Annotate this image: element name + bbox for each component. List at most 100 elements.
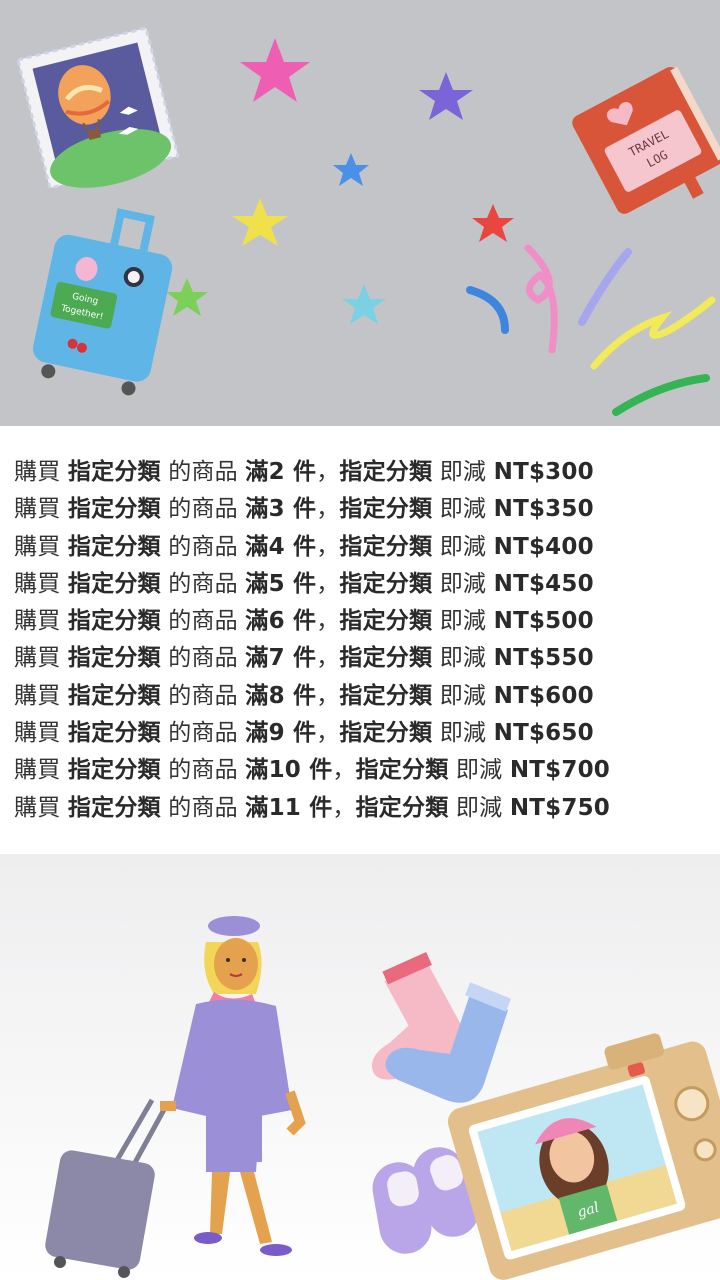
promo-comma: ， xyxy=(316,533,340,560)
promo-comma: ， xyxy=(316,720,340,747)
promo-text: 即減 xyxy=(439,496,487,523)
promo-text: 的商品 xyxy=(168,459,238,485)
promo-text: 購買 xyxy=(14,794,61,821)
promo-text: 即減 xyxy=(439,570,487,597)
socks-icon xyxy=(371,952,512,1103)
promo-category: 指定分類 xyxy=(67,720,161,747)
promo-text: 的商品 xyxy=(168,608,238,635)
promo-text: 即減 xyxy=(439,720,487,747)
promo-text: 購買 xyxy=(14,682,61,709)
promo-discount: NT$500 xyxy=(493,608,594,635)
promo-discount: NT$300 xyxy=(493,459,594,485)
promo-comma: ， xyxy=(316,459,340,485)
star-icons xyxy=(166,38,514,324)
promo-category: 指定分類 xyxy=(67,794,161,821)
promo-category: 指定分類 xyxy=(355,757,449,784)
promo-line-8: 購買 指定分類 的商品 滿9 件，指定分類 即減 NT$650 xyxy=(14,715,610,752)
promo-category: 指定分類 xyxy=(339,645,433,672)
promo-text: 的商品 xyxy=(168,496,238,523)
promo-text: 的商品 xyxy=(168,757,238,784)
promo-text: 購買 xyxy=(14,459,61,485)
promo-category: 指定分類 xyxy=(67,459,161,485)
promo-category: 指定分類 xyxy=(339,608,433,635)
promo-discount: NT$400 xyxy=(493,533,594,560)
promo-quantity: 滿2 件 xyxy=(245,459,317,485)
top-banner: TRAVEL LOG Going Together! xyxy=(0,0,720,426)
promo-text: 即減 xyxy=(439,645,487,672)
promo-discount: NT$450 xyxy=(493,570,594,597)
promo-text: 即減 xyxy=(439,459,487,485)
promo-line-1: 購買 指定分類 的商品 滿2 件，指定分類 即減 NT$300 xyxy=(14,454,610,491)
confetti-icon xyxy=(466,244,716,416)
promo-comma: ， xyxy=(332,757,356,784)
grey-suitcase-icon xyxy=(45,1098,169,1278)
promo-comma: ， xyxy=(316,570,340,597)
promo-line-2: 購買 指定分類 的商品 滿3 件，指定分類 即減 NT$350 xyxy=(14,491,610,528)
promo-comma: ， xyxy=(316,496,340,523)
promo-category: 指定分類 xyxy=(339,459,433,485)
promo-line-9: 購買 指定分類 的商品 滿10 件，指定分類 即減 NT$700 xyxy=(14,752,610,789)
promo-line-7: 購買 指定分類 的商品 滿8 件，指定分類 即減 NT$600 xyxy=(14,678,610,715)
promo-rules-list: 購買 指定分類 的商品 滿2 件，指定分類 即減 NT$300 購買 指定分類 … xyxy=(14,454,610,827)
promo-text: 即減 xyxy=(439,682,487,709)
promo-text: 購買 xyxy=(14,757,61,784)
bottom-banner: gal xyxy=(0,854,720,1280)
promo-text: 的商品 xyxy=(168,533,238,560)
promo-text: 的商品 xyxy=(168,682,238,709)
promo-line-10: 購買 指定分類 的商品 滿11 件，指定分類 即減 NT$750 xyxy=(14,790,610,827)
promo-text: 購買 xyxy=(14,608,61,635)
travel-illustration: TRAVEL LOG Going Together! xyxy=(16,26,720,416)
promo-text: 購買 xyxy=(14,570,61,597)
promo-discount: NT$750 xyxy=(509,794,610,821)
promo-quantity: 滿8 件 xyxy=(245,682,317,709)
promo-category: 指定分類 xyxy=(355,794,449,821)
promo-text: 即減 xyxy=(455,757,503,784)
promo-quantity: 滿7 件 xyxy=(245,645,317,672)
promo-category: 指定分類 xyxy=(67,608,161,635)
promo-category: 指定分類 xyxy=(67,682,161,709)
promo-comma: ， xyxy=(316,608,340,635)
promo-category: 指定分類 xyxy=(339,496,433,523)
promo-text: 的商品 xyxy=(168,720,238,747)
promo-category: 指定分類 xyxy=(339,682,433,709)
flight-attendant-figure xyxy=(160,916,306,1256)
promo-category: 指定分類 xyxy=(339,570,433,597)
promo-text: 即減 xyxy=(439,533,487,560)
promo-text: 即減 xyxy=(455,794,503,821)
promo-category: 指定分類 xyxy=(339,533,433,560)
promo-comma: ， xyxy=(316,645,340,672)
promo-category: 指定分類 xyxy=(67,570,161,597)
promo-category: 指定分類 xyxy=(67,496,161,523)
promo-quantity: 滿6 件 xyxy=(245,608,317,635)
promo-quantity: 滿4 件 xyxy=(245,533,317,560)
promo-text: 的商品 xyxy=(168,794,238,821)
flight-attendant-illustration: gal xyxy=(45,916,720,1280)
blue-suitcase-icon: Going Together! xyxy=(33,208,173,396)
promo-discount: NT$550 xyxy=(493,645,594,672)
promo-quantity: 滿10 件 xyxy=(245,757,333,784)
promo-section: 購買 指定分類 的商品 滿2 件，指定分類 即減 NT$300 購買 指定分類 … xyxy=(0,426,720,854)
promo-quantity: 滿9 件 xyxy=(245,720,317,747)
promo-text: 購買 xyxy=(14,533,61,560)
promo-comma: ， xyxy=(332,794,356,821)
promo-discount: NT$350 xyxy=(493,496,594,523)
promo-line-6: 購買 指定分類 的商品 滿7 件，指定分類 即減 NT$550 xyxy=(14,640,610,677)
promo-text: 購買 xyxy=(14,496,61,523)
promo-text: 購買 xyxy=(14,720,61,747)
promo-quantity: 滿5 件 xyxy=(245,570,317,597)
promo-quantity: 滿3 件 xyxy=(245,496,317,523)
promo-category: 指定分類 xyxy=(67,645,161,672)
promo-quantity: 滿11 件 xyxy=(245,794,333,821)
promo-category: 指定分類 xyxy=(67,533,161,560)
promo-line-4: 購買 指定分類 的商品 滿5 件，指定分類 即減 NT$450 xyxy=(14,566,610,603)
promo-line-3: 購買 指定分類 的商品 滿4 件，指定分類 即減 NT$400 xyxy=(14,529,610,566)
promo-line-5: 購買 指定分類 的商品 滿6 件，指定分類 即減 NT$500 xyxy=(14,603,610,640)
promo-text: 的商品 xyxy=(168,570,238,597)
promo-comma: ， xyxy=(316,682,340,709)
hot-air-balloon-stamp-icon xyxy=(16,26,180,190)
promo-text: 即減 xyxy=(439,608,487,635)
promo-discount: NT$650 xyxy=(493,720,594,747)
promo-text: 的商品 xyxy=(168,645,238,672)
promo-category: 指定分類 xyxy=(67,757,161,784)
promo-discount: NT$600 xyxy=(493,682,594,709)
